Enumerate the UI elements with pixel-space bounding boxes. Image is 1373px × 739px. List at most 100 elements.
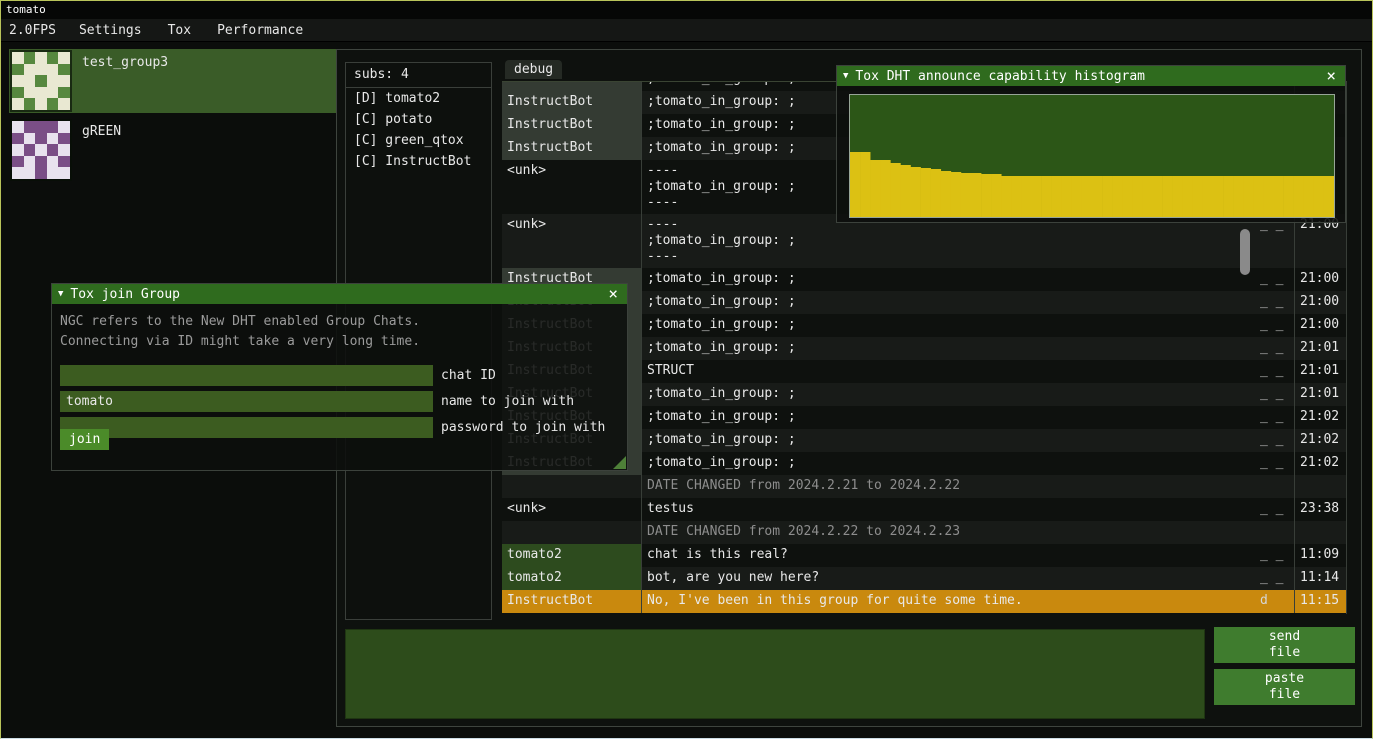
group-name: test_group3 — [82, 50, 168, 112]
flags-cell: _ _ — [1256, 567, 1294, 590]
time-cell: 21:00 — [1294, 314, 1346, 337]
collapse-arrow-icon[interactable]: ▼ — [843, 71, 848, 81]
group-item-green[interactable]: gREEN — [9, 118, 336, 182]
group-list: test_group3 gREEN — [9, 49, 336, 187]
message-cell: ;tomato_in_group: ; — [642, 314, 1256, 337]
message-input[interactable] — [345, 629, 1205, 719]
sender-cell: <unk> — [502, 160, 642, 214]
close-icon[interactable]: × — [1323, 67, 1339, 85]
flags-cell: _ _ — [1256, 383, 1294, 406]
join-titlebar[interactable]: ▼ Tox join Group × — [52, 284, 627, 304]
time-cell: 21:00 — [1294, 268, 1346, 291]
chat-row[interactable]: InstructBot;tomato_in_group: ;_ _21:00 — [502, 291, 1346, 314]
menu-item-performance[interactable]: Performance — [204, 19, 316, 41]
time-cell: 21:00 — [1294, 291, 1346, 314]
chat-row[interactable]: InstructBot;tomato_in_group: ;_ _21:00 — [502, 314, 1346, 337]
flags-cell — [1256, 521, 1294, 544]
app-window: tomato 2.0FPS SettingsToxPerformance tes… — [0, 0, 1373, 739]
paste-file-button[interactable]: paste file — [1214, 669, 1355, 705]
histogram-window-title: Tox DHT announce capability histogram — [855, 69, 1323, 84]
member-item[interactable]: [C] InstructBot — [346, 151, 491, 172]
message-cell: chat is this real? — [642, 544, 1256, 567]
send-file-button[interactable]: send file — [1214, 627, 1355, 663]
join-input-0[interactable] — [60, 365, 433, 386]
message-cell: ;tomato_in_group: ; — [642, 268, 1256, 291]
date-changed-text: DATE CHANGED from 2024.2.21 to 2024.2.22 — [642, 475, 1256, 498]
time-cell: 21:01 — [1294, 383, 1346, 406]
flags-cell: _ _ — [1256, 406, 1294, 429]
chat-scrollbar[interactable] — [1240, 229, 1250, 275]
chat-row[interactable]: <unk>testus_ _23:38 — [502, 498, 1346, 521]
sender-cell: InstructBot — [502, 91, 642, 114]
date-changed-text: DATE CHANGED from 2024.2.22 to 2024.2.23 — [642, 521, 1256, 544]
chat-row[interactable]: tomato2chat is this real?_ _11:09 — [502, 544, 1346, 567]
flags-cell: d — [1256, 590, 1294, 613]
time-cell: 23:38 — [1294, 498, 1346, 521]
group-item-test_group3[interactable]: test_group3 — [9, 49, 336, 113]
chat-row[interactable]: InstructBot;tomato_in_group: ;_ _21:01 — [502, 337, 1346, 360]
flags-cell: _ _ — [1256, 498, 1294, 521]
menu-item-tox[interactable]: Tox — [155, 19, 204, 41]
sender-cell: <unk> — [502, 214, 642, 268]
chat-row[interactable]: InstructBot;tomato_in_group: ;_ _21:02 — [502, 429, 1346, 452]
join-description-line: Connecting via ID might take a very long… — [60, 332, 619, 352]
flags-cell: _ _ — [1256, 337, 1294, 360]
flags-cell — [1256, 475, 1294, 498]
menu-item-settings[interactable]: Settings — [66, 19, 155, 41]
group-avatar — [10, 50, 72, 112]
menubar: 2.0FPS SettingsToxPerformance — [1, 19, 1372, 42]
chat-row[interactable]: tomato2bot, are you new here?_ _11:14 — [502, 567, 1346, 590]
date-row: DATE CHANGED from 2024.2.22 to 2024.2.23 — [502, 521, 1346, 544]
message-cell: ;tomato_in_group: ; — [642, 406, 1256, 429]
join-input-2[interactable] — [60, 417, 433, 438]
subs-count: subs: 4 — [346, 63, 491, 88]
join-field-row: tomatoname to join with — [60, 388, 619, 414]
menu-items: SettingsToxPerformance — [66, 19, 316, 41]
collapse-arrow-icon[interactable]: ▼ — [58, 289, 63, 299]
flags-cell: _ _ — [1256, 314, 1294, 337]
chat-row[interactable]: InstructBotNo, I've been in this group f… — [502, 590, 1346, 613]
member-item[interactable]: [C] potato — [346, 109, 491, 130]
message-cell: testus — [642, 498, 1256, 521]
sender-cell — [502, 521, 642, 544]
time-cell: 21:02 — [1294, 406, 1346, 429]
flags-cell: _ _ — [1256, 452, 1294, 475]
time-cell: 21:02 — [1294, 429, 1346, 452]
histogram-titlebar[interactable]: ▼ Tox DHT announce capability histogram … — [837, 66, 1345, 86]
sender-cell: InstructBot — [502, 590, 642, 613]
message-cell: ;tomato_in_group: ; — [642, 383, 1256, 406]
resize-grip[interactable] — [613, 456, 626, 469]
time-cell: 21:01 — [1294, 337, 1346, 360]
message-cell: bot, are you new here? — [642, 567, 1256, 590]
sender-cell: InstructBot — [502, 82, 642, 91]
member-list: [D] tomato2[C] potato[C] green_qtox[C] I… — [346, 88, 491, 172]
join-input-1[interactable]: tomato — [60, 391, 433, 412]
sender-cell: InstructBot — [502, 137, 642, 160]
chat-row[interactable]: InstructBot;tomato_in_group: ;_ _21:01 — [502, 383, 1346, 406]
time-cell: 11:09 — [1294, 544, 1346, 567]
tab-debug[interactable]: debug — [505, 60, 562, 79]
sender-cell: tomato2 — [502, 544, 642, 567]
message-cell: ;tomato_in_group: ; — [642, 337, 1256, 360]
join-window-title: Tox join Group — [70, 287, 605, 302]
time-cell — [1294, 521, 1346, 544]
os-titlebar[interactable]: tomato — [1, 1, 1372, 19]
member-item[interactable]: [C] green_qtox — [346, 130, 491, 151]
join-button[interactable]: join — [60, 429, 109, 450]
flags-cell: _ _ — [1256, 429, 1294, 452]
chat-row[interactable]: InstructBot;tomato_in_group: ;_ _21:02 — [502, 452, 1346, 475]
time-cell — [1294, 475, 1346, 498]
member-item[interactable]: [D] tomato2 — [346, 88, 491, 109]
join-field-row: password to join with — [60, 414, 619, 440]
join-fields: chat ID tomatoname to join withpassword t… — [52, 352, 627, 440]
flags-cell: _ _ — [1256, 544, 1294, 567]
close-icon[interactable]: × — [605, 285, 621, 303]
fps-counter: 2.0FPS — [1, 19, 66, 41]
join-field-label: chat ID — [441, 368, 496, 383]
chat-row[interactable]: InstructBotSTRUCT_ _21:01 — [502, 360, 1346, 383]
time-cell: 21:02 — [1294, 452, 1346, 475]
chat-row[interactable]: InstructBot;tomato_in_group: ;_ _21:02 — [502, 406, 1346, 429]
group-name: gREEN — [82, 119, 121, 181]
chat-row[interactable]: InstructBot;tomato_in_group: ;_ _21:00 — [502, 268, 1346, 291]
histogram-plot — [849, 94, 1335, 218]
